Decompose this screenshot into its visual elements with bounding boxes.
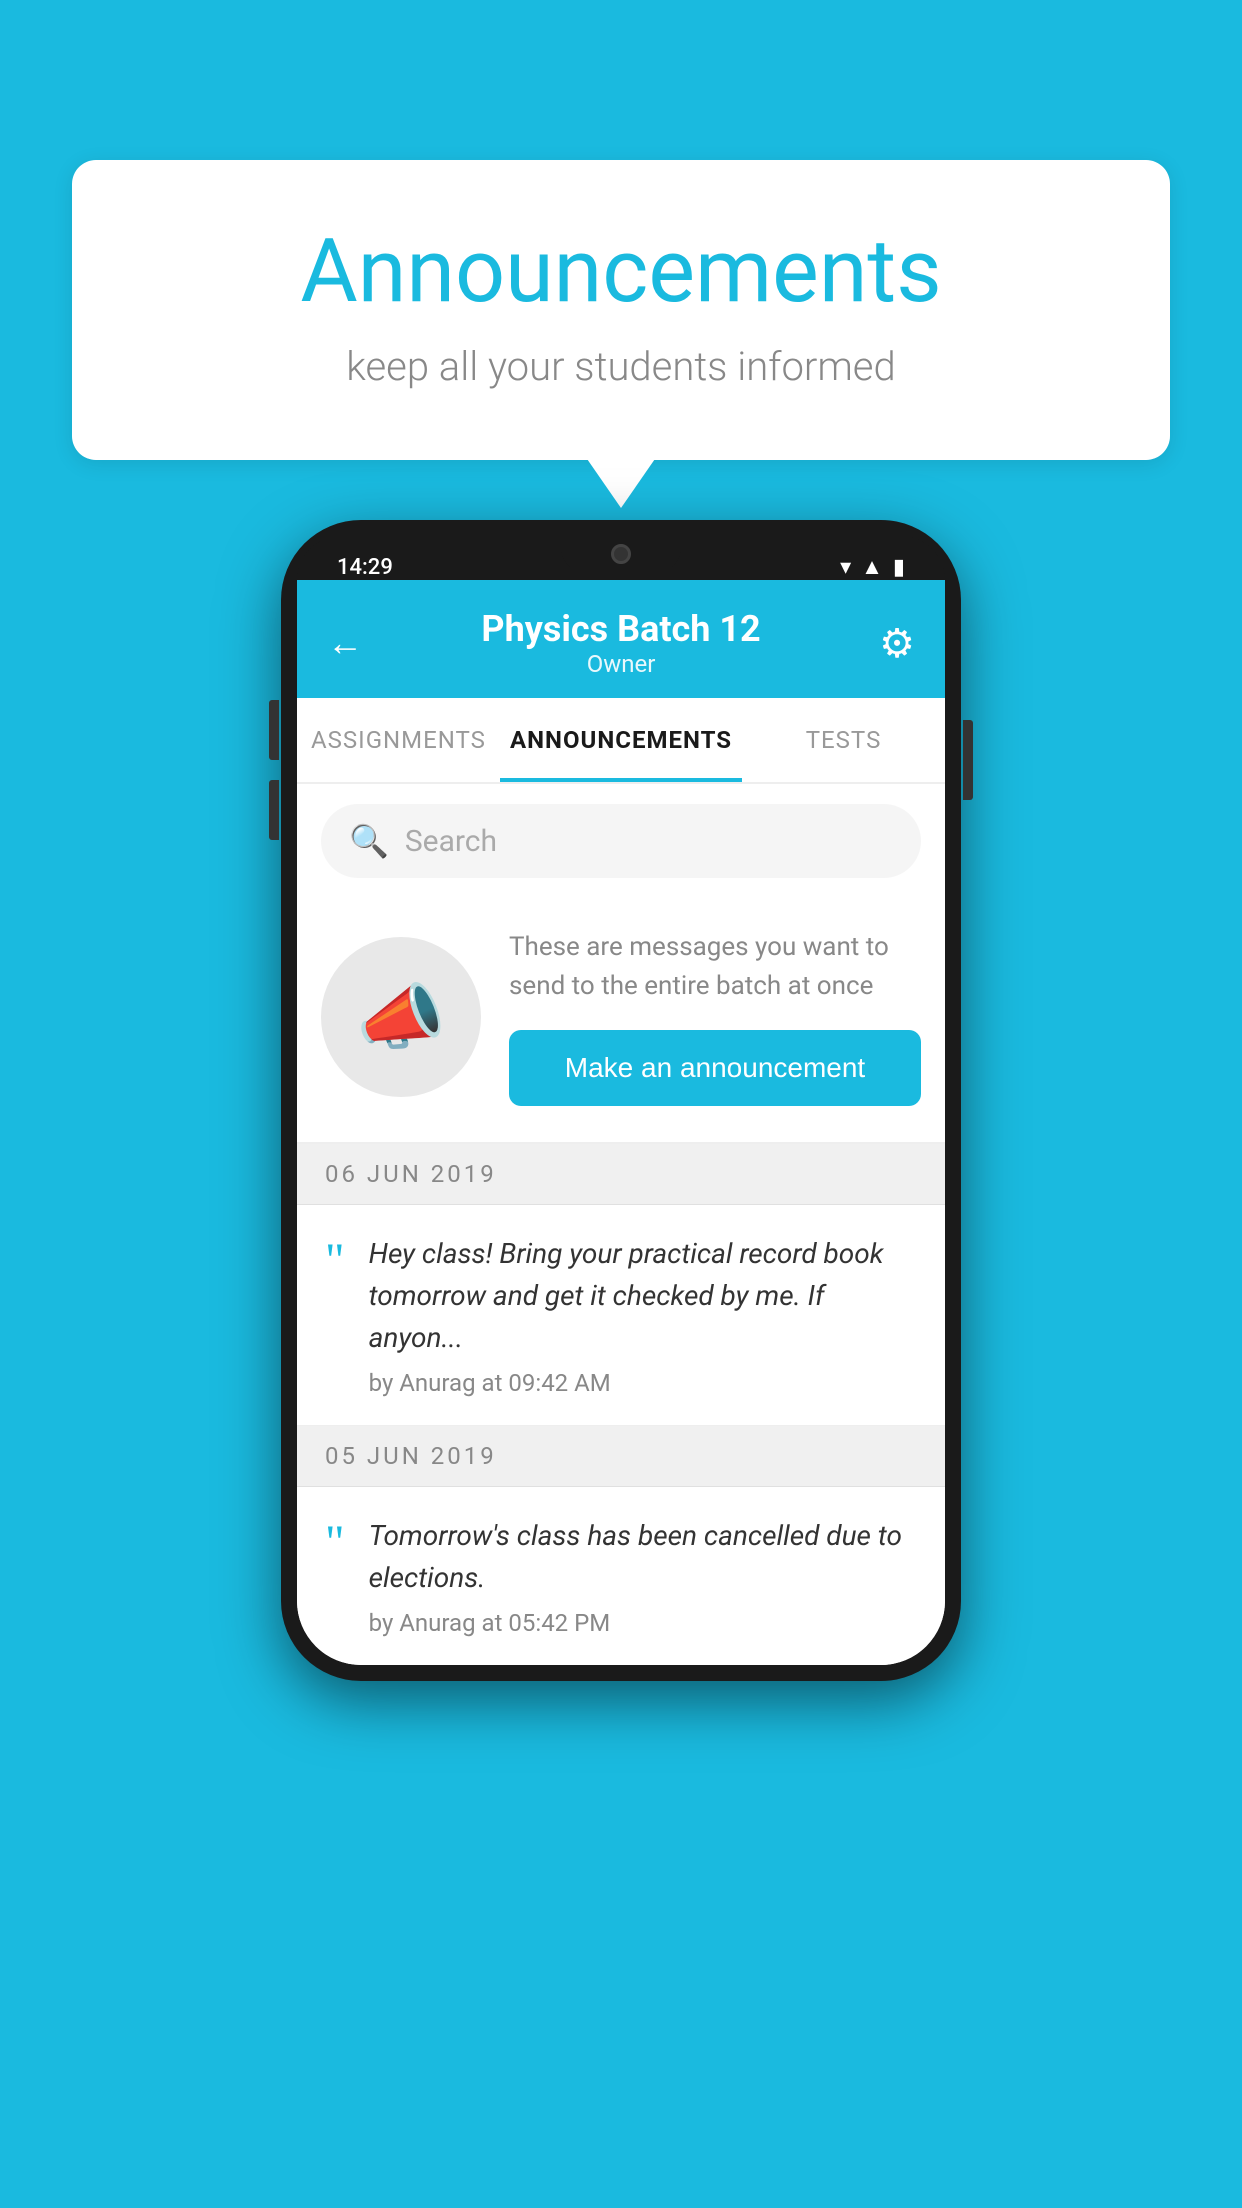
tab-announcements[interactable]: ANNOUNCEMENTS bbox=[500, 698, 742, 782]
phone-device: 14:29 ▾ ▲ ▮ ← Physics Batch 12 Owner ⚙ bbox=[281, 520, 961, 1681]
header-subtitle: Owner bbox=[363, 650, 879, 678]
volume-down-button[interactable] bbox=[269, 780, 279, 840]
bubble-subtitle: keep all your students informed bbox=[152, 343, 1090, 390]
tabs-container: ASSIGNMENTS ANNOUNCEMENTS TESTS bbox=[297, 698, 945, 784]
megaphone-icon: 📣 bbox=[356, 975, 446, 1060]
bubble-title: Announcements bbox=[152, 220, 1090, 323]
announcement-content-1: Hey class! Bring your practical record b… bbox=[369, 1233, 917, 1397]
settings-icon[interactable]: ⚙ bbox=[879, 620, 915, 667]
front-camera bbox=[611, 544, 631, 564]
status-bar: 14:29 ▾ ▲ ▮ bbox=[297, 536, 945, 580]
header-center: Physics Batch 12 Owner bbox=[363, 608, 879, 678]
speech-bubble: Announcements keep all your students inf… bbox=[72, 160, 1170, 460]
quote-icon-2: " bbox=[325, 1519, 345, 1567]
search-placeholder: Search bbox=[405, 824, 497, 859]
make-announcement-button[interactable]: Make an announcement bbox=[509, 1030, 921, 1106]
speech-bubble-section: Announcements keep all your students inf… bbox=[72, 160, 1170, 460]
announcement-text-1: Hey class! Bring your practical record b… bbox=[369, 1233, 917, 1359]
search-bar[interactable]: 🔍 Search bbox=[321, 804, 921, 878]
back-button[interactable]: ← bbox=[327, 622, 363, 664]
volume-up-button[interactable] bbox=[269, 700, 279, 760]
app-header: ← Physics Batch 12 Owner ⚙ bbox=[297, 580, 945, 698]
tab-tests[interactable]: TESTS bbox=[742, 698, 945, 782]
promo-icon-circle: 📣 bbox=[321, 937, 481, 1097]
search-container: 🔍 Search bbox=[297, 784, 945, 898]
status-time: 14:29 bbox=[337, 555, 393, 580]
date-separator-1: 06 JUN 2019 bbox=[297, 1144, 945, 1205]
header-title: Physics Batch 12 bbox=[363, 608, 879, 650]
signal-icon: ▲ bbox=[861, 554, 883, 580]
search-icon: 🔍 bbox=[349, 822, 389, 860]
quote-icon-1: " bbox=[325, 1237, 345, 1285]
power-button[interactable] bbox=[963, 720, 973, 800]
announcement-meta-2: by Anurag at 05:42 PM bbox=[369, 1609, 917, 1637]
phone-notch bbox=[561, 536, 681, 572]
status-icons: ▾ ▲ ▮ bbox=[840, 554, 905, 580]
phone-screen: ← Physics Batch 12 Owner ⚙ ASSIGNMENTS A… bbox=[297, 580, 945, 1665]
battery-icon: ▮ bbox=[893, 555, 905, 580]
announcement-item-2[interactable]: " Tomorrow's class has been cancelled du… bbox=[297, 1487, 945, 1665]
announcement-item-1[interactable]: " Hey class! Bring your practical record… bbox=[297, 1205, 945, 1426]
wifi-icon: ▾ bbox=[840, 555, 851, 580]
promo-section: 📣 These are messages you want to send to… bbox=[297, 898, 945, 1144]
promo-content: These are messages you want to send to t… bbox=[509, 928, 921, 1106]
date-separator-2: 05 JUN 2019 bbox=[297, 1426, 945, 1487]
announcement-content-2: Tomorrow's class has been cancelled due … bbox=[369, 1515, 917, 1637]
announcement-text-2: Tomorrow's class has been cancelled due … bbox=[369, 1515, 917, 1599]
announcement-meta-1: by Anurag at 09:42 AM bbox=[369, 1369, 917, 1397]
tab-assignments[interactable]: ASSIGNMENTS bbox=[297, 698, 500, 782]
promo-description: These are messages you want to send to t… bbox=[509, 928, 921, 1006]
phone-wrapper: 14:29 ▾ ▲ ▮ ← Physics Batch 12 Owner ⚙ bbox=[72, 520, 1170, 1681]
